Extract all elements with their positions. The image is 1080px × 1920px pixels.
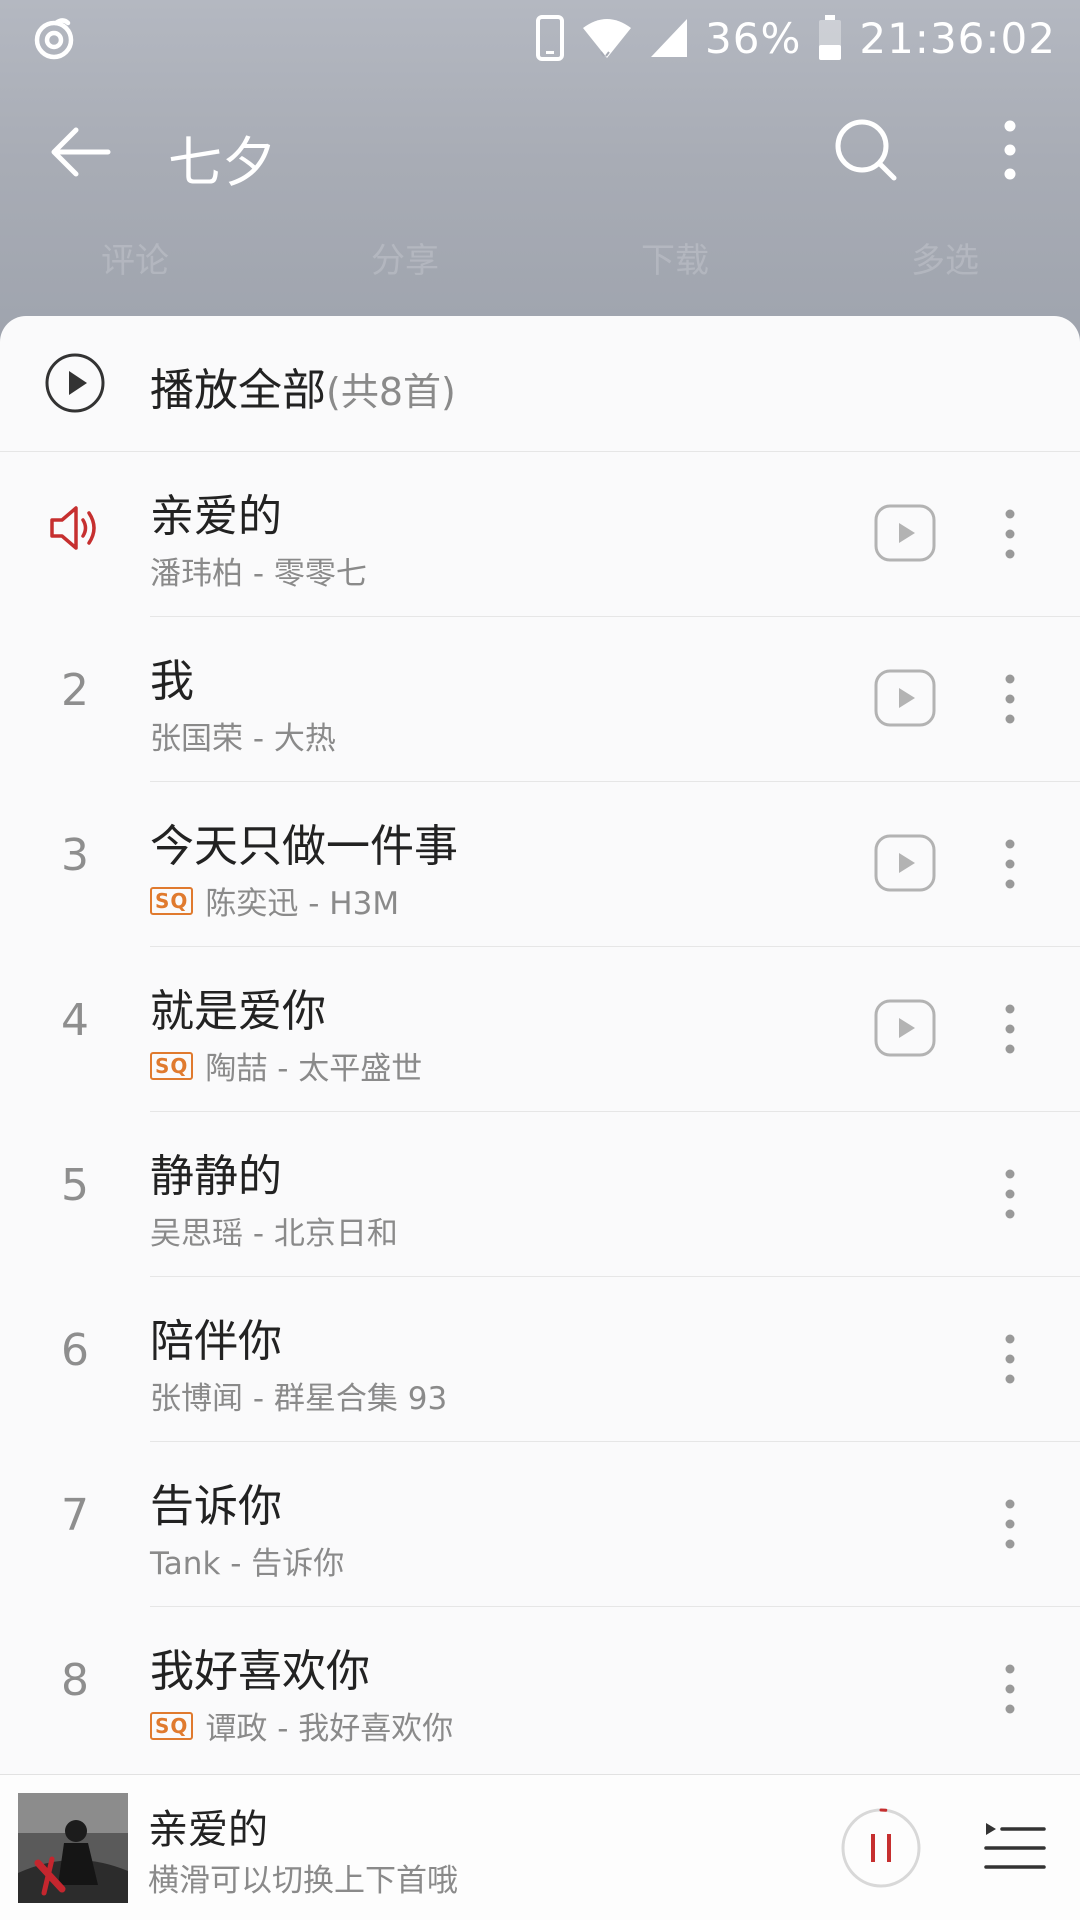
song-index: 7	[61, 1490, 89, 1541]
song-title: 今天只做一件事	[150, 821, 458, 872]
song-index: 6	[61, 1325, 89, 1376]
song-subtitle: 潘玮柏 - 零零七	[150, 556, 367, 592]
song-title: 亲爱的	[150, 491, 282, 542]
play-all-label: 播放全部(共8首)	[150, 354, 456, 418]
status-bar: 36% 21:36:02	[0, 0, 1080, 78]
song-subtitle: 谭政 - 我好喜欢你	[205, 1711, 454, 1747]
song-more-icon[interactable]	[990, 504, 1030, 564]
song-count: (共8首)	[326, 370, 456, 414]
song-title: 陪伴你	[150, 1316, 282, 1367]
song-subtitle: Tank - 告诉你	[150, 1546, 345, 1582]
song-more-icon[interactable]	[990, 1164, 1030, 1224]
cell-signal-icon	[651, 19, 687, 57]
phone-icon	[536, 15, 564, 61]
pause-progress-icon[interactable]	[840, 1807, 922, 1889]
song-more-icon[interactable]	[990, 669, 1030, 729]
player-song-title: 亲爱的	[148, 1807, 268, 1853]
song-artist-album: Tank - 告诉你	[150, 1538, 344, 1583]
song-index: 4	[61, 995, 89, 1046]
song-row[interactable]: 5 静静的 吴思瑶 - 北京日和	[0, 1112, 1080, 1277]
song-more-icon[interactable]	[990, 1494, 1030, 1554]
clock: 21:36:02	[859, 13, 1056, 63]
comment-action[interactable]: 评论	[0, 226, 270, 296]
mini-player-bar[interactable]: 亲爱的 横滑可以切换上下首哦	[0, 1774, 1080, 1920]
share-action[interactable]: 分享	[270, 226, 540, 296]
song-index: 3	[61, 830, 89, 881]
song-more-icon[interactable]	[990, 834, 1030, 894]
song-subtitle: 陈奕迅 - H3M	[205, 886, 400, 922]
netease-music-icon	[34, 18, 74, 60]
album-cover-image	[18, 1793, 128, 1903]
mv-play-icon[interactable]	[874, 834, 936, 892]
back-arrow-icon[interactable]	[44, 116, 116, 188]
overflow-menu-icon[interactable]	[980, 114, 1040, 186]
multi-select-action[interactable]: 多选	[810, 226, 1080, 296]
song-more-icon[interactable]	[990, 999, 1030, 1059]
song-title: 我好喜欢你	[150, 1646, 370, 1697]
song-title: 就是爱你	[150, 986, 326, 1037]
battery-percent: 36%	[705, 13, 802, 63]
search-icon[interactable]	[830, 114, 902, 186]
song-row[interactable]: 6 陪伴你 张博闻 - 群星合集 93	[0, 1277, 1080, 1442]
play-all-text: 播放全部	[150, 365, 326, 416]
song-row[interactable]: 8 我好喜欢你 SQ 谭政 - 我好喜欢你	[0, 1607, 1080, 1772]
sq-quality-badge: SQ	[150, 1711, 194, 1740]
song-list-sheet: 播放全部(共8首) 亲爱的 潘玮柏 - 零零七 2 我 张国荣 - 大热 3 今…	[0, 316, 1080, 1920]
sq-quality-badge: SQ	[150, 886, 194, 915]
mv-play-icon[interactable]	[874, 669, 936, 727]
song-subtitle: 吴思瑶 - 北京日和	[150, 1216, 398, 1252]
song-title: 告诉你	[150, 1481, 282, 1532]
player-hint: 横滑可以切换上下首哦	[148, 1863, 458, 1899]
battery-icon	[819, 15, 842, 60]
song-artist-album: 张博闻 - 群星合集 93	[150, 1373, 447, 1418]
song-list: 亲爱的 潘玮柏 - 零零七 2 我 张国荣 - 大热 3 今天只做一件事 SQ …	[0, 452, 1080, 1772]
song-artist-album: 张国荣 - 大热	[150, 713, 336, 758]
song-more-icon[interactable]	[990, 1329, 1030, 1389]
song-index: 8	[61, 1655, 89, 1706]
playlist-action-row: 评论 分享 下载 多选	[0, 226, 1080, 296]
now-playing-speaker-icon	[50, 506, 96, 550]
song-index: 5	[61, 1160, 89, 1211]
song-subtitle: 张博闻 - 群星合集 93	[150, 1381, 448, 1417]
page-title: 七夕	[168, 131, 276, 194]
album-art[interactable]	[18, 1793, 128, 1903]
top-app-bar: 七夕	[0, 92, 1080, 210]
song-row[interactable]: 2 我 张国荣 - 大热	[0, 617, 1080, 782]
song-artist-album: 潘玮柏 - 零零七	[150, 548, 367, 593]
play-circle-icon	[45, 353, 105, 413]
wifi-icon	[583, 19, 631, 58]
song-subtitle: 张国荣 - 大热	[150, 721, 336, 757]
song-index: 2	[61, 665, 89, 716]
download-action[interactable]: 下载	[540, 226, 810, 296]
song-subtitle: 陶喆 - 太平盛世	[205, 1051, 423, 1087]
song-artist-album: SQ 谭政 - 我好喜欢你	[150, 1703, 453, 1748]
playlist-queue-icon[interactable]	[982, 1815, 1048, 1881]
song-more-icon[interactable]	[990, 1659, 1030, 1719]
song-title: 我	[150, 656, 194, 707]
song-title: 静静的	[150, 1151, 282, 1202]
song-row[interactable]: 7 告诉你 Tank - 告诉你	[0, 1442, 1080, 1607]
play-all-row[interactable]: 播放全部(共8首)	[0, 316, 1080, 452]
song-row[interactable]: 3 今天只做一件事 SQ 陈奕迅 - H3M	[0, 782, 1080, 947]
song-row[interactable]: 亲爱的 潘玮柏 - 零零七	[0, 452, 1080, 617]
sq-quality-badge: SQ	[150, 1051, 194, 1080]
song-row[interactable]: 4 就是爱你 SQ 陶喆 - 太平盛世	[0, 947, 1080, 1112]
song-artist-album: 吴思瑶 - 北京日和	[150, 1208, 398, 1253]
mv-play-icon[interactable]	[874, 999, 936, 1057]
song-artist-album: SQ 陈奕迅 - H3M	[150, 878, 399, 923]
mv-play-icon[interactable]	[874, 504, 936, 562]
song-artist-album: SQ 陶喆 - 太平盛世	[150, 1043, 422, 1088]
